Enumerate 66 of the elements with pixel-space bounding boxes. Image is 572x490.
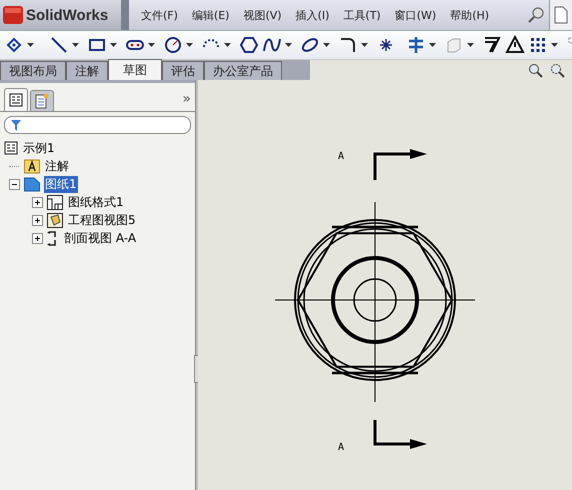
expand-toggle[interactable] bbox=[32, 232, 43, 244]
filter-icon bbox=[11, 120, 21, 130]
tree-item[interactable]: 注解 bbox=[44, 158, 70, 174]
caret-icon[interactable] bbox=[110, 43, 117, 47]
sheet-icon bbox=[24, 176, 40, 192]
circle-icon[interactable] bbox=[163, 35, 183, 55]
menu-item[interactable]: 窗口(W) bbox=[394, 8, 436, 22]
section-arrows-icon bbox=[47, 230, 59, 246]
ellipse-icon[interactable] bbox=[300, 35, 320, 55]
caret-icon[interactable] bbox=[27, 43, 34, 47]
expand-toggle[interactable] bbox=[32, 196, 43, 208]
tree-item[interactable]: 示例1 bbox=[22, 140, 56, 156]
menu-item[interactable]: 文件(F) bbox=[141, 8, 178, 22]
panel-tab[interactable] bbox=[4, 88, 28, 111]
menu-item[interactable]: 工具(T) bbox=[343, 8, 381, 22]
tree-item[interactable]: 工程图视图5 bbox=[67, 212, 137, 228]
caret-icon[interactable] bbox=[429, 43, 436, 47]
new-document-icon[interactable] bbox=[554, 6, 568, 24]
tree-item[interactable]: 图纸1 bbox=[44, 176, 78, 192]
filter-field[interactable] bbox=[4, 116, 191, 134]
line-icon[interactable] bbox=[49, 35, 69, 55]
caret-icon[interactable] bbox=[186, 43, 193, 47]
menu-item[interactable]: 帮助(H) bbox=[450, 8, 490, 22]
panel-tab[interactable] bbox=[30, 90, 54, 111]
offset-icon[interactable] bbox=[482, 35, 502, 55]
drawing-view-icon bbox=[47, 212, 63, 228]
menu-item[interactable]: 视图(V) bbox=[243, 8, 282, 22]
document-icon bbox=[35, 93, 49, 109]
menu-item[interactable]: 插入(I) bbox=[296, 8, 330, 22]
fillet-icon[interactable] bbox=[338, 35, 358, 55]
caret-icon[interactable] bbox=[467, 43, 474, 47]
caret-icon[interactable] bbox=[285, 43, 292, 47]
section-label: A bbox=[338, 442, 344, 453]
caret-icon[interactable] bbox=[148, 43, 155, 47]
app-name: SolidWorks bbox=[26, 6, 108, 24]
zoom-area-icon[interactable] bbox=[550, 63, 566, 79]
collapse-toggle[interactable] bbox=[8, 178, 20, 190]
mirror-icon[interactable] bbox=[406, 35, 426, 55]
smart-icon[interactable] bbox=[4, 35, 24, 55]
section-arrow bbox=[374, 420, 427, 449]
section-arrow bbox=[374, 149, 427, 180]
tab[interactable]: 办公室产品 bbox=[204, 61, 282, 80]
tab[interactable]: 草图 bbox=[108, 59, 162, 80]
expand-button[interactable]: » bbox=[182, 91, 191, 107]
caret-icon[interactable] bbox=[323, 43, 330, 47]
polygon-icon[interactable] bbox=[239, 35, 259, 55]
logo-icon bbox=[3, 6, 23, 24]
expand-toggle[interactable] bbox=[32, 214, 43, 226]
caret-icon[interactable] bbox=[72, 43, 79, 47]
tab[interactable]: 注解 bbox=[66, 61, 108, 80]
tree-item[interactable]: 图纸格式1 bbox=[67, 194, 125, 210]
caret-icon[interactable] bbox=[361, 43, 368, 47]
caret-icon[interactable] bbox=[224, 43, 231, 47]
annotation-folder-icon bbox=[24, 158, 40, 174]
caret-icon[interactable] bbox=[551, 43, 558, 47]
tab[interactable]: 视图布局 bbox=[0, 61, 66, 80]
tree-icon bbox=[9, 93, 23, 107]
tab[interactable]: 评估 bbox=[162, 61, 204, 80]
sheet-format-icon bbox=[47, 194, 63, 210]
drawing-icon bbox=[4, 141, 18, 155]
grid-icon[interactable] bbox=[528, 35, 548, 55]
menu-item[interactable]: 编辑(E) bbox=[192, 8, 230, 22]
section-label: A bbox=[338, 151, 344, 162]
tree-item[interactable]: 剖面视图 A-A bbox=[63, 230, 138, 246]
zoom-icon[interactable] bbox=[528, 63, 544, 79]
warning-icon[interactable] bbox=[505, 35, 525, 55]
